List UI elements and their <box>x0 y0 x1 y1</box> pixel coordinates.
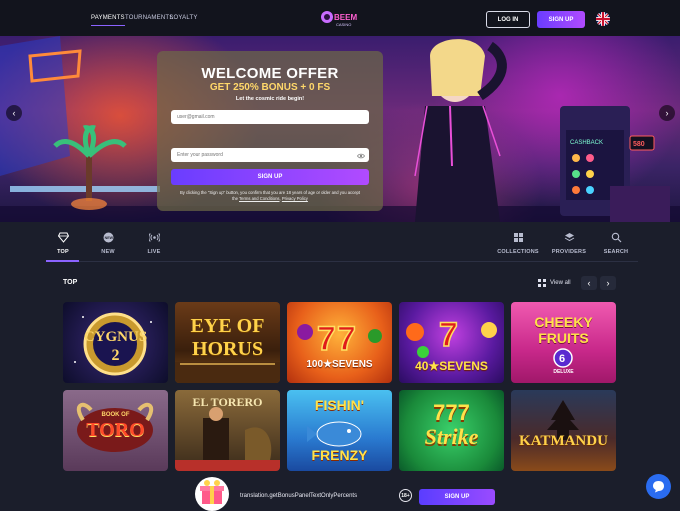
section-title: TOP <box>63 279 78 286</box>
welcome-subtitle: Let the cosmic ride begin! <box>235 96 305 102</box>
welcome-offer-card: WELCOME OFFER GET 250% BONUS + 0 FS Let … <box>157 51 383 211</box>
game-title: TORO <box>86 419 145 441</box>
view-all-link[interactable]: View all <box>538 279 571 287</box>
tab-search[interactable]: SEARCH <box>601 232 631 255</box>
game-tile-eye-of-horus[interactable]: EYE OF HORUS <box>175 302 280 383</box>
game-subtitle: BOOK OF <box>101 412 130 418</box>
logo-subtext: CASINO <box>336 22 351 27</box>
tab-new[interactable]: NEW NEW <box>93 232 123 255</box>
tab-providers[interactable]: PROVIDERS <box>546 232 592 255</box>
tab-new-label: NEW <box>101 249 115 255</box>
grid-small-icon <box>538 279 546 287</box>
game-title: EYE OF <box>190 315 265 337</box>
game-subtitle: SEVENS <box>332 359 373 370</box>
age-restriction-badge: 18+ <box>399 489 412 502</box>
bottom-signup-button[interactable]: SIGN UP <box>419 489 495 505</box>
game-tile-katmandu[interactable]: KATMANDU <box>511 390 616 471</box>
casino-page: PAYMENTS TOURNAMENTS LOYALTY BEEM CASINO… <box>0 0 680 511</box>
top-navigation: PAYMENTS TOURNAMENTS LOYALTY BEEM CASINO… <box>0 0 680 36</box>
nav-tournaments[interactable]: TOURNAMENTS <box>125 15 173 21</box>
game-number: 777 <box>433 400 470 425</box>
game-tile-el-torero[interactable]: EL TORERO <box>175 390 280 471</box>
tab-top-label: TOP <box>57 249 69 255</box>
tab-providers-label: PROVIDERS <box>551 249 587 255</box>
layers-icon <box>564 233 574 242</box>
brand-logo[interactable]: BEEM CASINO <box>318 9 362 29</box>
hero-signup-button[interactable]: SIGN UP <box>171 169 369 185</box>
legal-text: By clicking the "Sign up" button, you co… <box>179 190 361 201</box>
privacy-link[interactable]: Privacy Policy <box>282 196 308 201</box>
game-title: FISHIN' <box>314 397 365 413</box>
logo-text: BEEM <box>334 13 357 22</box>
eye-icon[interactable] <box>357 152 365 160</box>
game-tile-cygnus-2[interactable]: CYGNUS 2 <box>63 302 168 383</box>
live-chat-button[interactable] <box>646 474 671 499</box>
live-broadcast-icon <box>148 233 160 242</box>
game-number: 100 <box>306 359 324 370</box>
category-bar: TOP NEW NEW LIVE COLLECTIONS PROVIDERS S… <box>46 228 638 262</box>
header-signup-button[interactable]: SIGN UP <box>537 11 585 28</box>
game-tile-fishin-frenzy[interactable]: FISHIN' FRENZY <box>287 390 392 471</box>
game-number: 40 <box>415 359 429 373</box>
game-tile-book-of-toro[interactable]: BOOK OF TORO <box>63 390 168 471</box>
tab-search-label: SEARCH <box>603 249 629 255</box>
game-tile-cheeky-fruits[interactable]: CHEEKY FRUITS 6 DELUXE <box>511 302 616 383</box>
hero-prev-arrow[interactable]: ‹ <box>6 105 22 121</box>
welcome-bonus: GET 250% BONUS + 0 FS <box>209 82 331 93</box>
katmandu-artwork <box>547 400 579 440</box>
svg-text:7: 7 <box>337 320 356 358</box>
game-subtitle: SEVENS <box>439 359 488 373</box>
tab-collections[interactable]: COLLECTIONS <box>495 232 541 255</box>
hero-banner: CASHBACK 580 ‹ › WELCOME OFFER GET 250% … <box>0 36 680 222</box>
game-tile-100-sevens[interactable]: 7 7 100★SEVENS <box>287 302 392 383</box>
svg-text:580: 580 <box>633 141 645 148</box>
nav-loyalty[interactable]: LOYALTY <box>170 15 198 21</box>
tab-live-label: LIVE <box>147 249 161 255</box>
tab-top[interactable]: TOP <box>48 232 78 255</box>
hero-next-arrow[interactable]: › <box>659 105 675 121</box>
100-sevens-artwork: 7 7 <box>297 319 382 359</box>
svg-text:7: 7 <box>317 320 336 358</box>
bonus-panel-text: translation.getBonusPanelTextOnlyPercent… <box>240 493 358 499</box>
svg-text:CASHBACK: CASHBACK <box>570 140 603 146</box>
game-subtitle: HORUS <box>191 338 264 360</box>
game-tile-777-strike[interactable]: 777 Strike <box>399 390 504 471</box>
game-tile-40-sevens[interactable]: 7 40★SEVENS <box>399 302 504 383</box>
tab-collections-label: COLLECTIONS <box>497 249 539 255</box>
email-field[interactable] <box>171 110 369 124</box>
game-title: 100★SEVENS <box>306 359 373 370</box>
uk-flag-icon[interactable] <box>596 12 610 26</box>
svg-text:NEW: NEW <box>104 236 113 240</box>
game-subtitle: FRENZY <box>311 447 368 463</box>
terms-link[interactable]: Terms and Conditions <box>239 196 280 201</box>
active-tab-indicator <box>46 260 79 262</box>
view-all-label: View all <box>550 280 571 286</box>
svg-text:7: 7 <box>439 316 458 354</box>
game-title: Strike <box>424 424 479 449</box>
carousel-prev-button[interactable]: ‹ <box>581 276 597 290</box>
grid-icon <box>513 233 523 242</box>
new-badge-icon: NEW <box>103 232 113 243</box>
carousel-next-button[interactable]: › <box>600 276 616 290</box>
search-icon <box>611 232 621 243</box>
nav-payments[interactable]: PAYMENTS <box>91 15 125 26</box>
login-button[interactable]: LOG IN <box>486 11 530 28</box>
game-title: 40★SEVENS <box>415 359 488 373</box>
tab-live[interactable]: LIVE <box>139 232 169 255</box>
game-title: CYGNUS <box>83 329 148 345</box>
password-field[interactable] <box>171 148 369 162</box>
game-title: EL TORERO <box>192 395 263 409</box>
game-edition: DELUXE <box>553 369 574 375</box>
game-subtitle: 2 <box>111 347 120 364</box>
brand-logo-icon: BEEM CASINO <box>321 11 357 27</box>
diamond-icon <box>57 232 69 243</box>
svg-text:6: 6 <box>559 353 565 365</box>
bonus-gift-icon <box>195 477 229 511</box>
game-title: KATMANDU <box>519 433 608 449</box>
chat-bubble-icon <box>653 481 664 493</box>
welcome-title: WELCOME OFFER <box>201 65 339 82</box>
